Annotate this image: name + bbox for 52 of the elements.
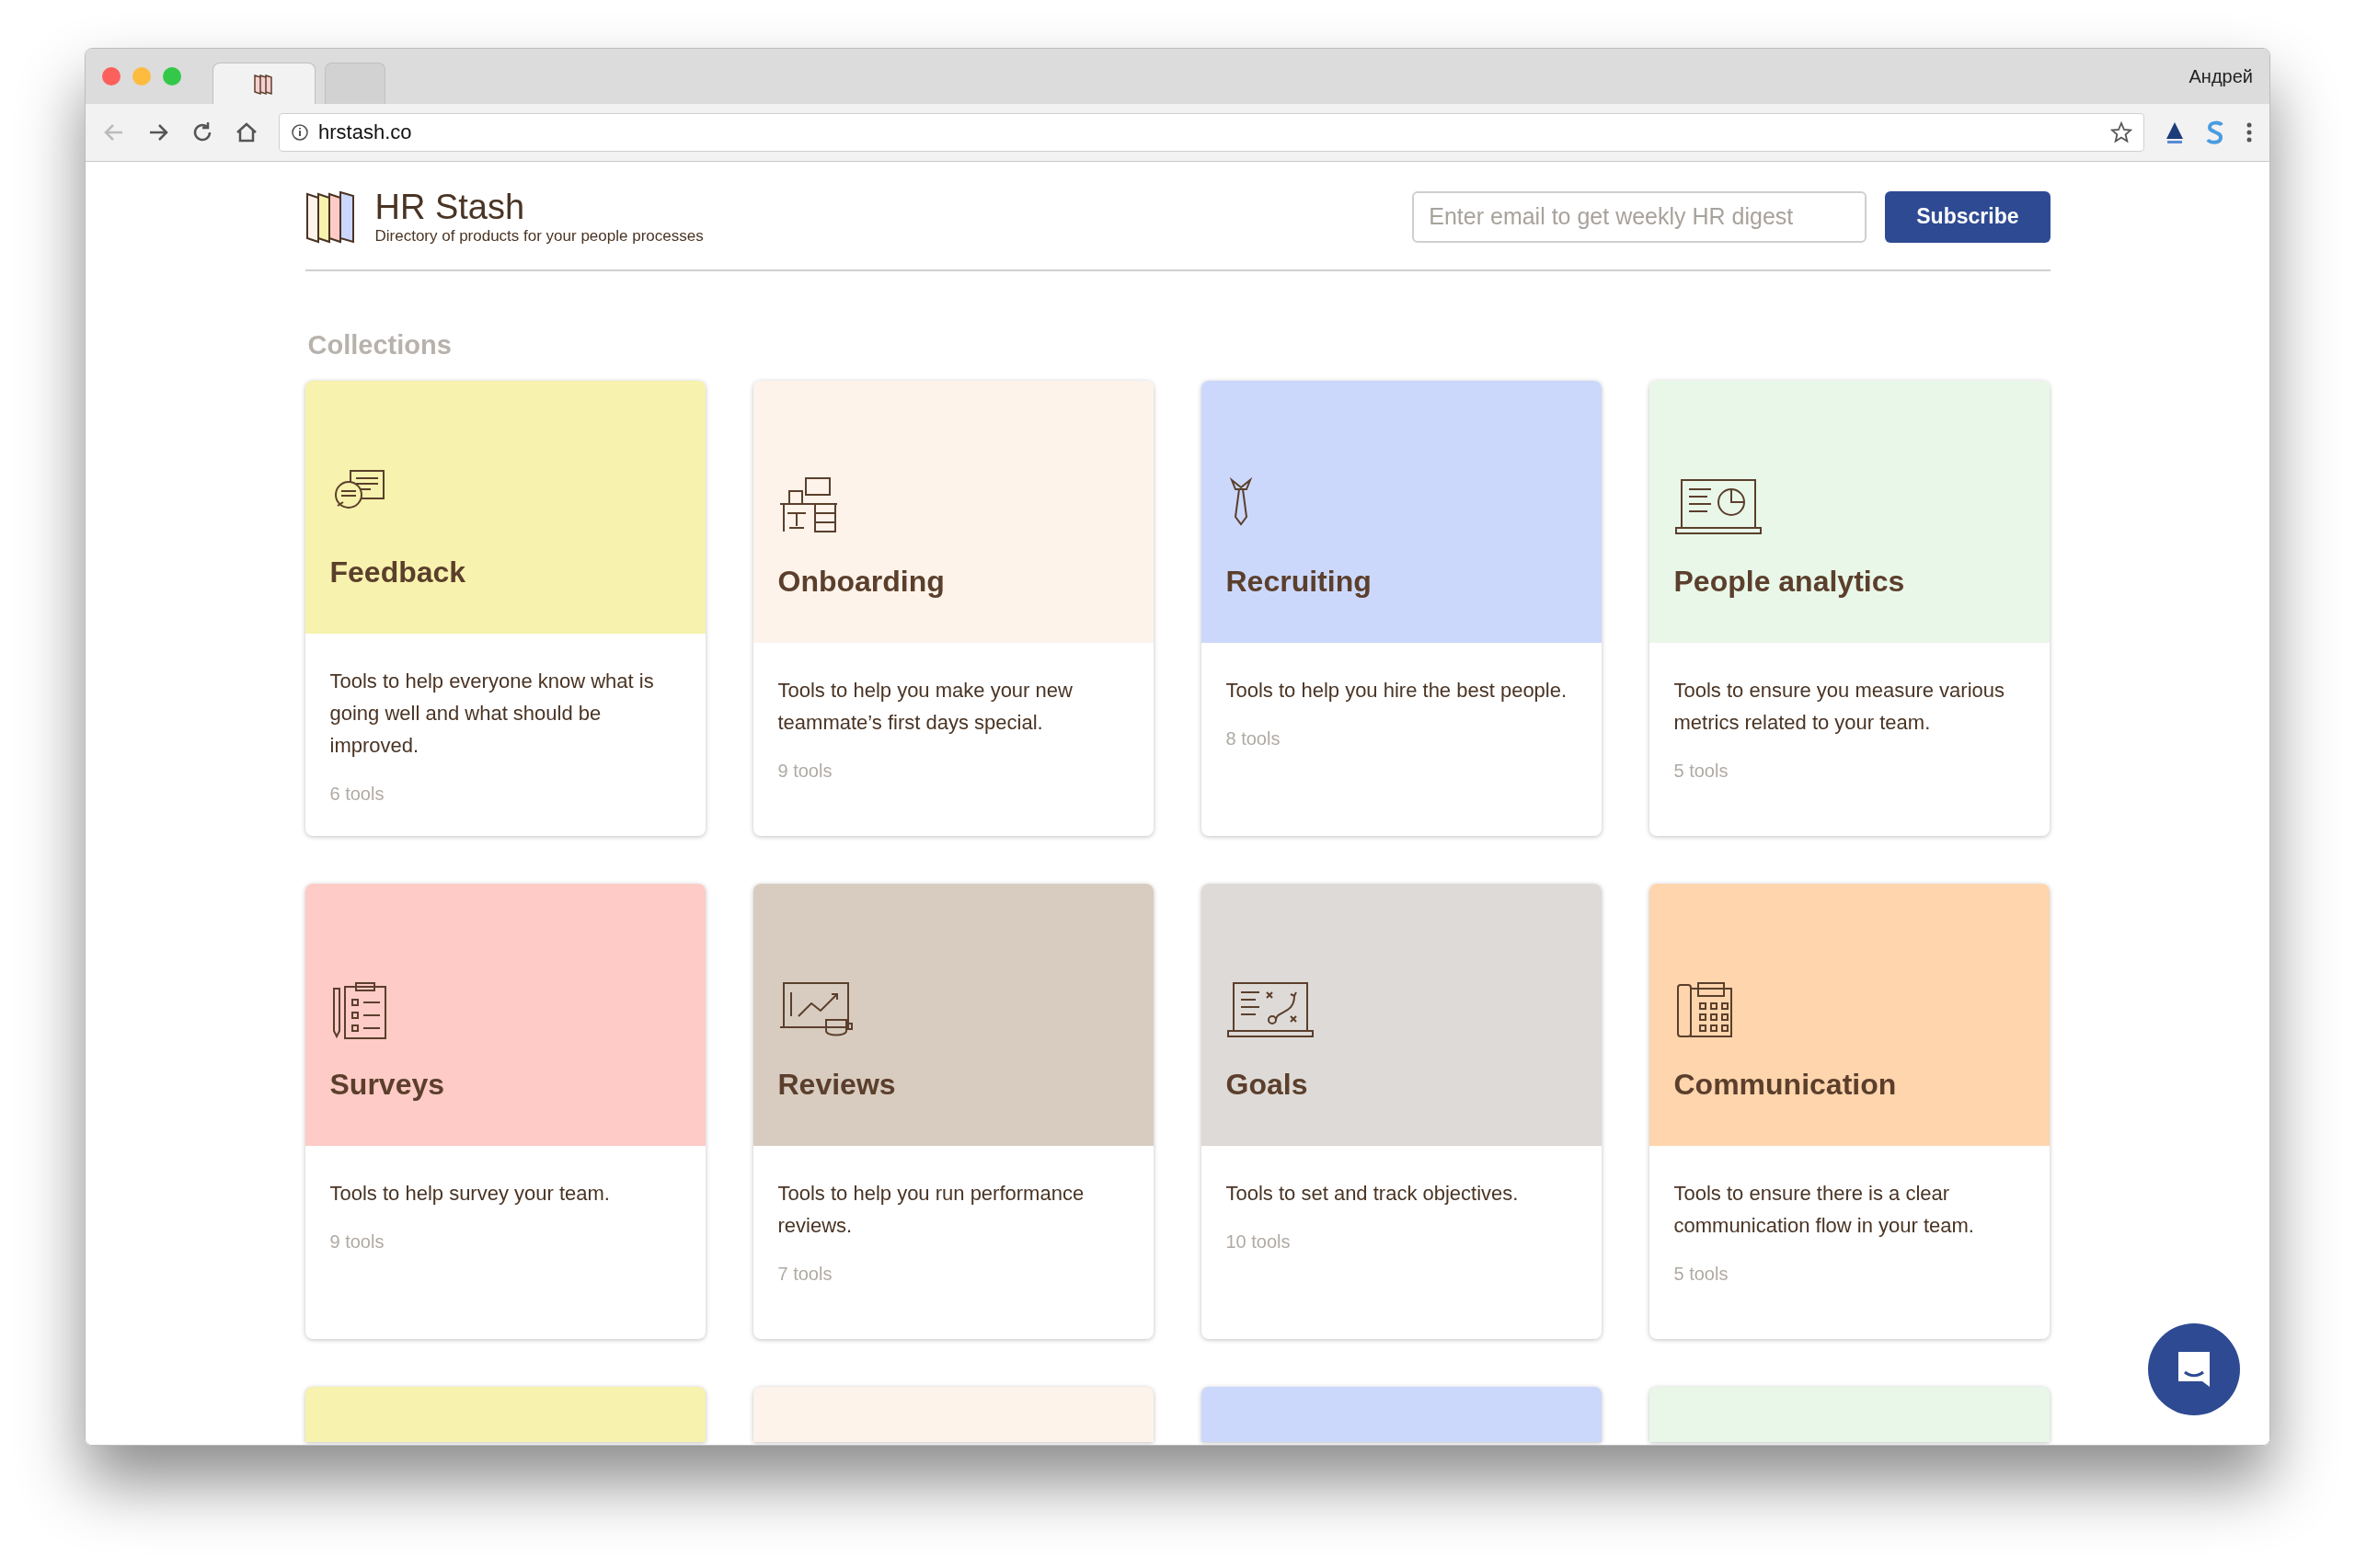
close-button[interactable] [102,67,121,86]
collection-card[interactable]: Communication Tools to ensure there is a clear communication flow in your team. 5 tools [1648,884,2050,1339]
tool-count: 9 tools [329,1231,385,1253]
home-icon[interactable] [235,120,258,144]
email-field[interactable]: Enter email to get weekly HR digest [1412,190,1867,243]
books-icon [253,72,275,96]
tool-count: 5 tools [1673,761,1729,782]
card-title: Surveys [329,1068,446,1102]
card-title: Onboarding [777,565,946,599]
s-extension-icon[interactable] [2205,120,2225,145]
section-heading: Collections [307,330,453,361]
collection-card[interactable]: Surveys Tools to help survey your team. 9 tools [304,884,706,1339]
info-icon[interactable] [291,123,309,142]
tool-count: 6 tools [329,784,385,805]
url-text: hrstash.co [318,120,412,144]
collection-card[interactable]: Goals Tools to set and track objectives. 10 tools [1200,884,1602,1339]
collection-card[interactable]: Feedback Tools to help everyone know what is going well and what should be improved. 6 tools [304,381,706,836]
card-description: Tools to help survey your team. [329,1181,611,1207]
subscribe-button[interactable]: Subscribe [1885,190,2051,243]
card-description: Tools to help you make your new teammate’s first days special. [777,678,1074,736]
tool-count: 10 tools [1225,1231,1292,1253]
card-description: Tools to ensure you measure various metrics related to your team. [1673,678,2006,736]
address-bar[interactable]: hrstash.co [279,113,2144,152]
profile-name[interactable]: Андрей [2188,65,2253,87]
laptop-chart-icon [1673,476,1763,537]
collection-card[interactable]: Onboarding Tools to help you make your new teammate’s first days special. 9 tools [752,381,1154,836]
card-description: Tools to help everyone know what is going well and what should be improved. [329,669,655,759]
card-description: Tools to help you run performance reviews. [777,1181,1086,1239]
tool-count: 8 tools [1225,728,1281,750]
card-title: Feedback [329,555,467,589]
collection-card[interactable]: Recruiting Tools to help you hire the best people. 8 tools [1200,381,1602,836]
card-description: Tools to help you hire the best people. [1225,678,1568,704]
site-tagline: Directory of products for your people processes [374,227,704,246]
collection-card[interactable]: Reviews Tools to help you run performance reviews. 7 tools [752,884,1154,1339]
tool-count: 5 tools [1673,1264,1729,1285]
browser-tab[interactable] [213,63,316,104]
tool-count: 7 tools [777,1264,833,1285]
site-title[interactable]: HR Stash [374,188,704,227]
card-description: Tools to ensure there is a clear communication flow in your team. [1673,1181,1975,1239]
card-title: People analytics [1673,565,1906,599]
laptop-plan-icon [1225,979,1315,1040]
star-icon[interactable] [2110,121,2132,143]
triangle-extension-icon[interactable] [2165,120,2185,144]
tool-count: 9 tools [777,761,833,782]
menu-icon[interactable] [2246,120,2253,144]
card-title: Communication [1673,1068,1898,1102]
collection-card[interactable]: People analytics Tools to ensure you measure various metrics related to your team. 5 tools [1648,381,2050,836]
card-title: Recruiting [1225,565,1373,599]
card-title: Goals [1225,1068,1309,1102]
maximize-button[interactable] [163,67,181,86]
card-description: Tools to set and track objectives. [1225,1181,1520,1207]
card-title: Reviews [777,1068,897,1102]
